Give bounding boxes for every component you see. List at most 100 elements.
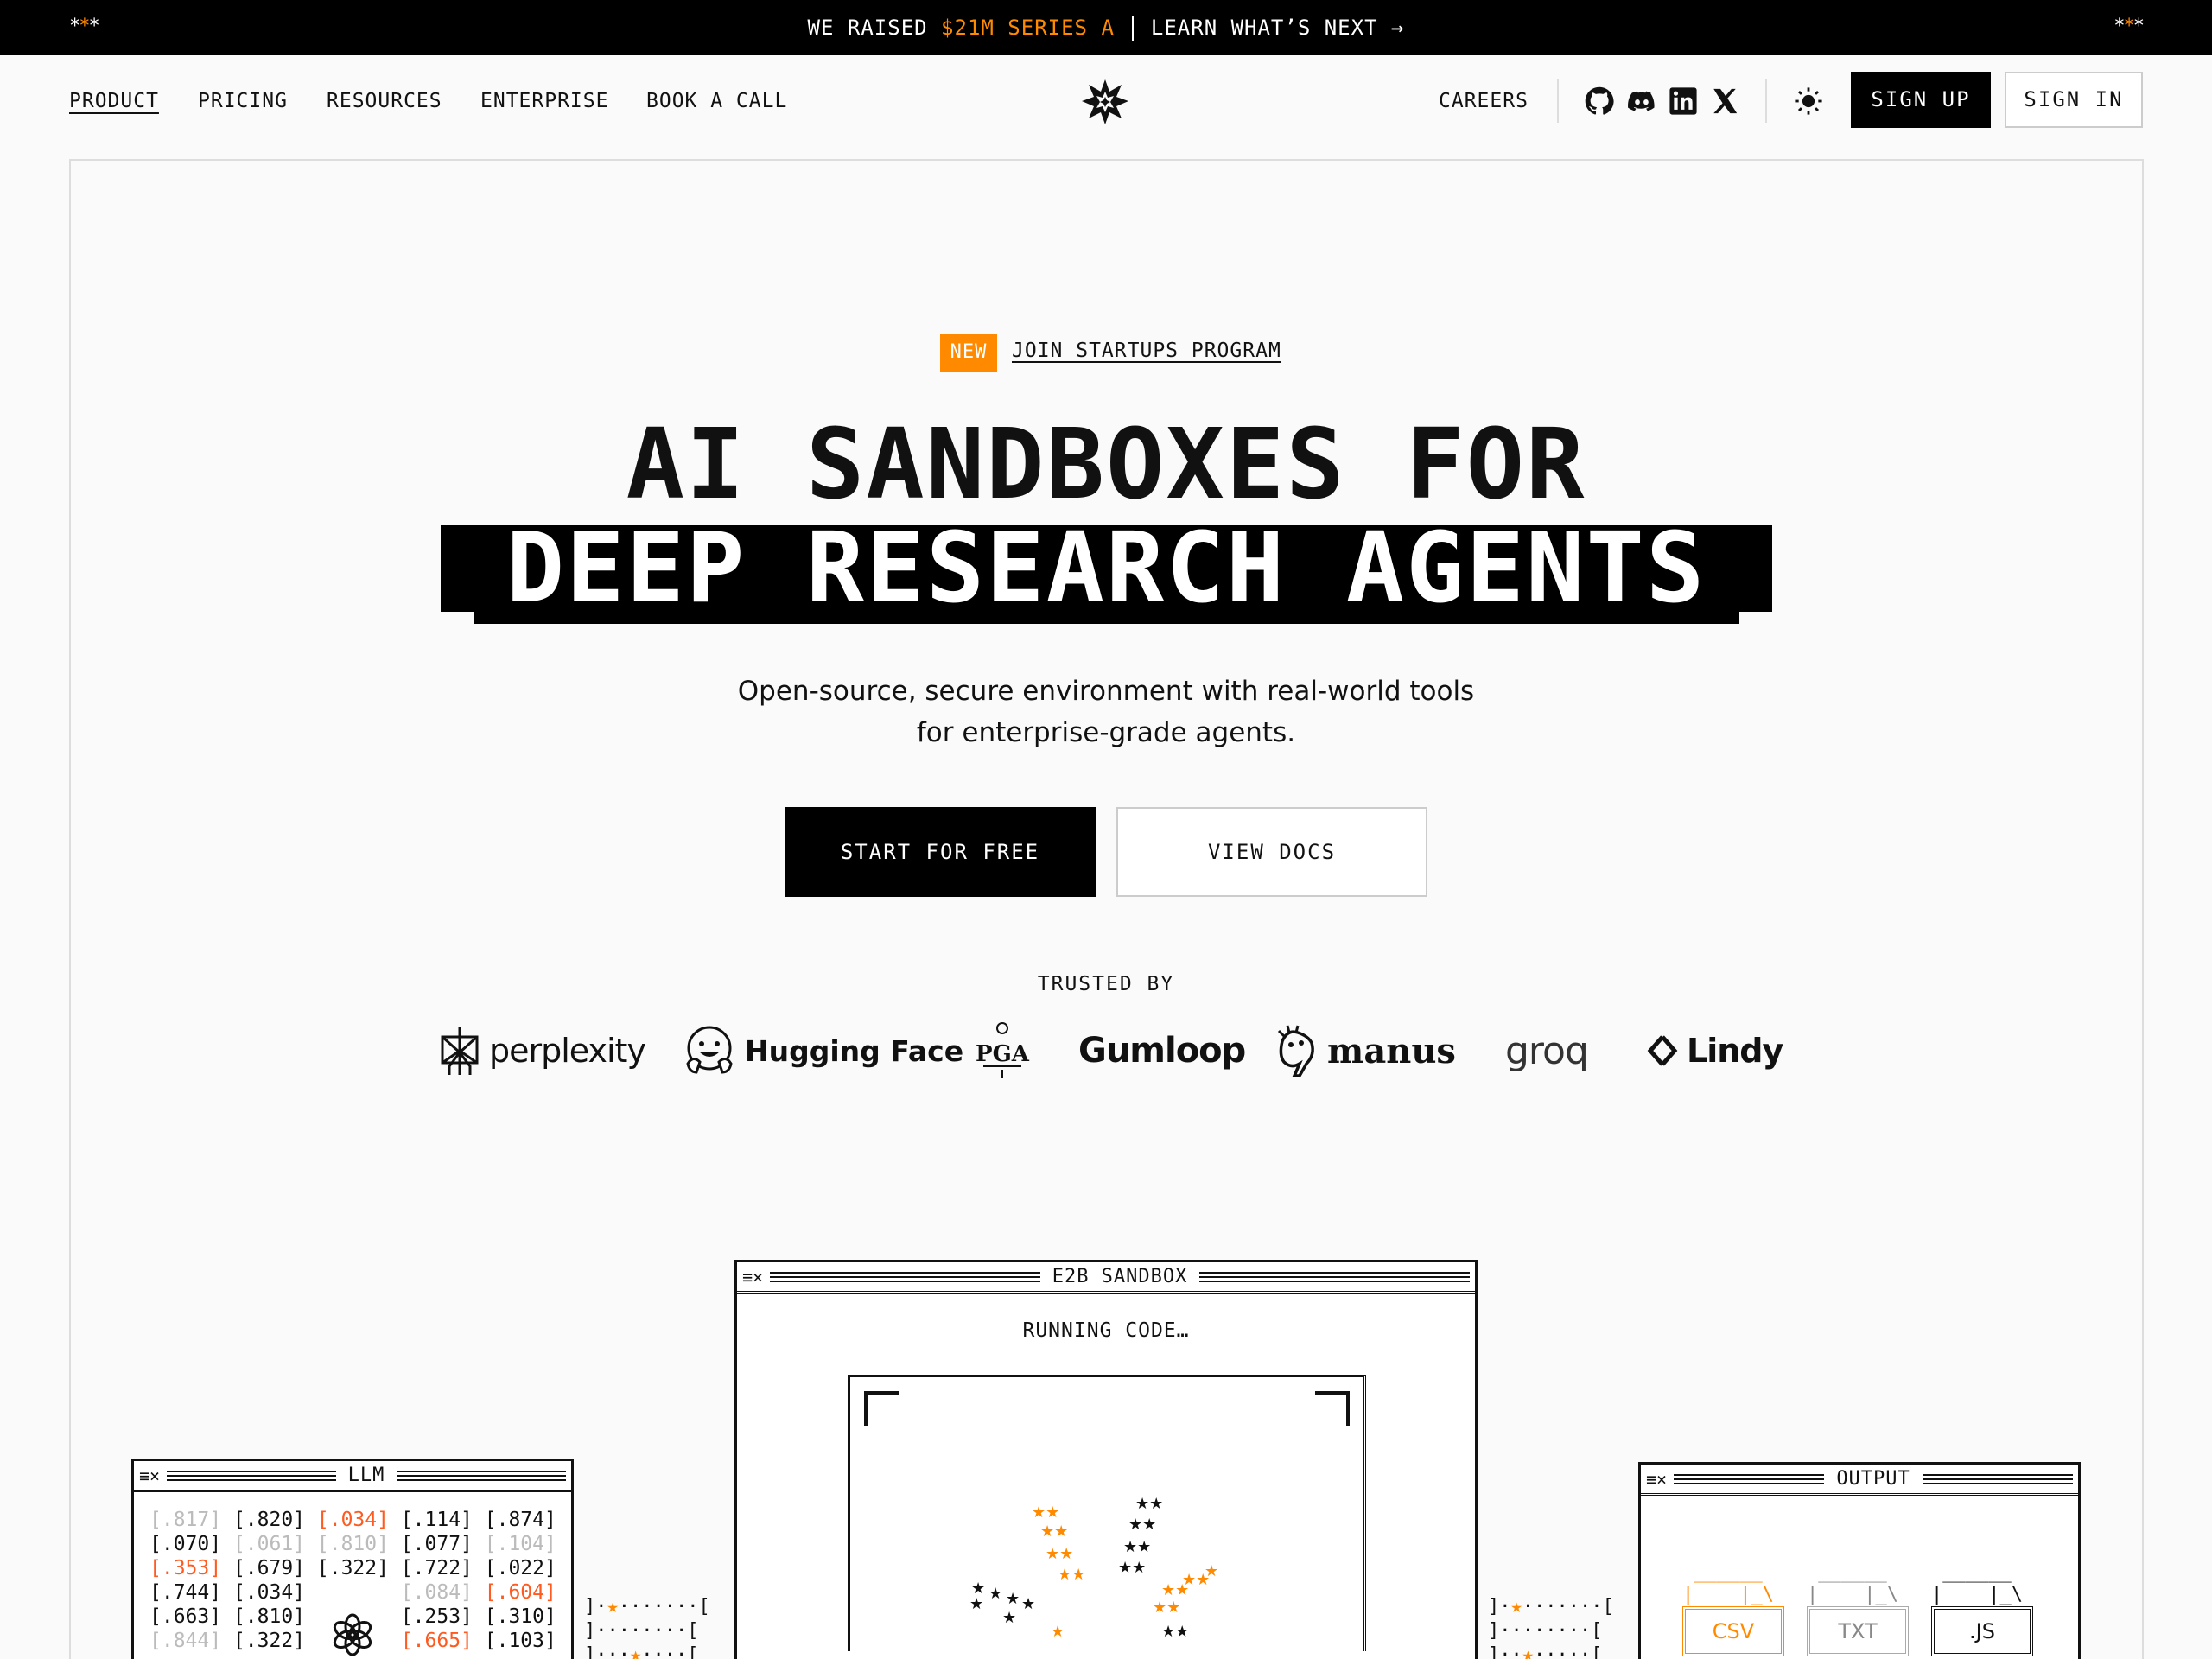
- llm-token-value: [.114]: [400, 1509, 485, 1531]
- connector-dots-left-a: ]·★·······[ ]········[ ]···★····[: [584, 1596, 710, 1659]
- llm-token-value: [.810]: [316, 1533, 401, 1555]
- js-file-fold: ______ | |_\: [1931, 1561, 2023, 1605]
- titlebar-stripes: [1674, 1473, 1825, 1484]
- llm-token-value: [.820]: [232, 1509, 317, 1531]
- svg-text:★: ★: [1021, 1595, 1035, 1613]
- llm-token-value: [.061]: [232, 1533, 317, 1555]
- window-close-icon[interactable]: ≡×: [139, 1465, 160, 1486]
- titlebar-stripes: [397, 1470, 566, 1481]
- svg-text:★: ★: [1051, 1623, 1065, 1641]
- startups-program-link[interactable]: JOIN STARTUPS PROGRAM: [1012, 340, 1281, 362]
- lindy-logo: Lindy: [1647, 1016, 1783, 1085]
- llm-token-value: [317, 1581, 401, 1604]
- llm-token-value: [.604]: [484, 1581, 556, 1604]
- svg-text:★★: ★★: [1032, 1503, 1059, 1522]
- svg-text:★★: ★★: [1118, 1559, 1146, 1577]
- svg-text:★★: ★★: [1040, 1522, 1068, 1541]
- llm-token-value: [.034]: [232, 1581, 317, 1604]
- groq-wordmark: groq: [1505, 1028, 1589, 1073]
- perplexity-wordmark: perplexity: [489, 1032, 646, 1070]
- sign-up-button[interactable]: SIGN UP: [1851, 72, 1991, 128]
- sign-in-button[interactable]: SIGN IN: [2005, 72, 2143, 128]
- nav-link-enterprise[interactable]: ENTERPRISE: [480, 90, 608, 112]
- svg-text:★: ★: [1205, 1562, 1218, 1580]
- view-docs-button[interactable]: VIEW DOCS: [1116, 807, 1427, 897]
- llm-token-value: [.353]: [149, 1557, 233, 1580]
- titlebar-stripes: [770, 1271, 1040, 1282]
- nav-divider: [1765, 79, 1767, 123]
- window-close-icon[interactable]: ≡×: [742, 1267, 763, 1287]
- llm-token-value: [.874]: [484, 1509, 556, 1531]
- lindy-mark-icon: [1647, 1035, 1678, 1066]
- nav-link-careers[interactable]: CAREERS: [1439, 90, 1529, 112]
- llm-token-value: [.744]: [149, 1581, 233, 1604]
- headline-line-2: DEEP RESEARCH AGENTS: [505, 512, 1707, 625]
- svg-text:★: ★: [969, 1595, 983, 1613]
- gumloop-logo: Gumloop: [1078, 1016, 1246, 1085]
- svg-text:PGA: PGA: [976, 1041, 1030, 1067]
- llm-token-value: [.084]: [400, 1581, 485, 1604]
- perplexity-mark-icon: [441, 1027, 479, 1075]
- svg-text:★★: ★★: [1046, 1545, 1073, 1563]
- sandbox-window-titlebar: ≡× E2B SANDBOX: [737, 1262, 1475, 1294]
- txt-file-icon[interactable]: TXT: [1807, 1606, 1909, 1656]
- csv-file-fold: ______ | |_\: [1682, 1561, 1774, 1605]
- x-icon[interactable]: [1710, 86, 1739, 116]
- llm-token-value: [.817]: [149, 1509, 233, 1531]
- linkedin-icon[interactable]: [1669, 86, 1698, 116]
- hero-subtitle-line-2: for enterprise-grade agents.: [916, 717, 1296, 748]
- manus-logo: manus: [1275, 1016, 1456, 1085]
- llm-token-value: [.322]: [316, 1557, 401, 1580]
- hero-subtitle-line-1: Open-source, secure environment with rea…: [737, 676, 1475, 707]
- sun-icon[interactable]: [1794, 86, 1823, 116]
- js-file-icon[interactable]: .JS: [1931, 1606, 2033, 1656]
- llm-token-value: [.844]: [149, 1630, 233, 1652]
- svg-text:★★: ★★: [1128, 1516, 1156, 1534]
- svg-text:★★: ★★: [1153, 1599, 1180, 1617]
- nav-divider: [1557, 79, 1559, 123]
- output-window: ≡× OUTPUT ______ | |_\ ______ | |_\ ____…: [1638, 1462, 2081, 1659]
- titlebar-stripes: [1922, 1473, 2074, 1484]
- llm-token-row: [.353] [.679] [.322] [.722] [.022]: [149, 1556, 556, 1580]
- llm-token-value: [.077]: [400, 1533, 485, 1555]
- llm-token-value: [.679]: [232, 1557, 317, 1580]
- announcement-bar: *** WE RAISED $21M SERIES A LEARN WHAT’S …: [0, 0, 2212, 55]
- svg-text:★: ★: [1002, 1609, 1016, 1627]
- discord-icon[interactable]: [1627, 86, 1656, 116]
- github-icon[interactable]: [1585, 86, 1614, 116]
- llm-window-title: LLM: [347, 1465, 385, 1486]
- nav-link-book-a-call[interactable]: BOOK A CALL: [646, 90, 787, 112]
- llm-token-value: [.253]: [400, 1605, 485, 1628]
- gumloop-wordmark: Gumloop: [1078, 1031, 1246, 1071]
- txt-file-fold: ______ | |_\: [1807, 1561, 1898, 1605]
- hugging-face-wordmark: Hugging Face: [745, 1033, 964, 1068]
- window-close-icon[interactable]: ≡×: [1646, 1469, 1667, 1490]
- llm-token-row: [.744] [.034] [.084] [.604]: [149, 1580, 556, 1605]
- sandbox-window: ≡× E2B SANDBOX RUNNING CODE… ★★ ★★ ★★ ★★ ★…: [734, 1260, 1478, 1659]
- llm-token-value: [.034]: [316, 1509, 401, 1531]
- hugging-face-mark-icon: [686, 1026, 733, 1074]
- titlebar-stripes: [1199, 1271, 1471, 1282]
- llm-token-row: [.070] [.061] [.810] [.077] [.104]: [149, 1532, 556, 1556]
- llm-token-row: [.817] [.820] [.034] [.114] [.874]: [149, 1508, 556, 1532]
- svg-text:★★: ★★: [1058, 1566, 1085, 1584]
- nav-link-pricing[interactable]: PRICING: [198, 90, 288, 112]
- customer-logos: perplexity Hugging Face PGA Gumloop manu…: [432, 1016, 1783, 1085]
- llm-window: ≡× LLM [.817] [.820] [.034] [.114] [.874…: [131, 1459, 574, 1659]
- headline-line-1: AI SANDBOXES FOR: [626, 409, 1586, 521]
- announcement-cta-link[interactable]: LEARN WHAT’S NEXT →: [1151, 16, 1405, 40]
- trusted-by-label: TRUSTED BY: [1037, 973, 1175, 995]
- svg-text:★: ★: [988, 1585, 1002, 1603]
- main-nav: PRODUCT PRICING RESOURCES ENTERPRISE BOO…: [0, 55, 2212, 145]
- start-for-free-button[interactable]: START FOR FREE: [785, 807, 1096, 897]
- announcement-text[interactable]: WE RAISED $21M SERIES A LEARN WHAT’S NEXT…: [0, 16, 2212, 41]
- hugging-face-logo: Hugging Face: [683, 1016, 963, 1085]
- nav-link-product[interactable]: PRODUCT: [69, 90, 159, 112]
- csv-file-icon[interactable]: CSV: [1682, 1606, 1784, 1656]
- nav-link-resources[interactable]: RESOURCES: [327, 90, 442, 112]
- stars-animation: ★★★★ ★★★★ ★★★★ ★★★★ ★ ★ ★ ★ ★★ ★★★★ ★★★ ★ ★…: [969, 1495, 1218, 1641]
- groq-logo: groq: [1505, 1016, 1589, 1085]
- llm-token-value: [.810]: [232, 1605, 317, 1628]
- e2b-logo-icon[interactable]: [1081, 78, 1129, 126]
- llm-token-value: [.663]: [149, 1605, 233, 1628]
